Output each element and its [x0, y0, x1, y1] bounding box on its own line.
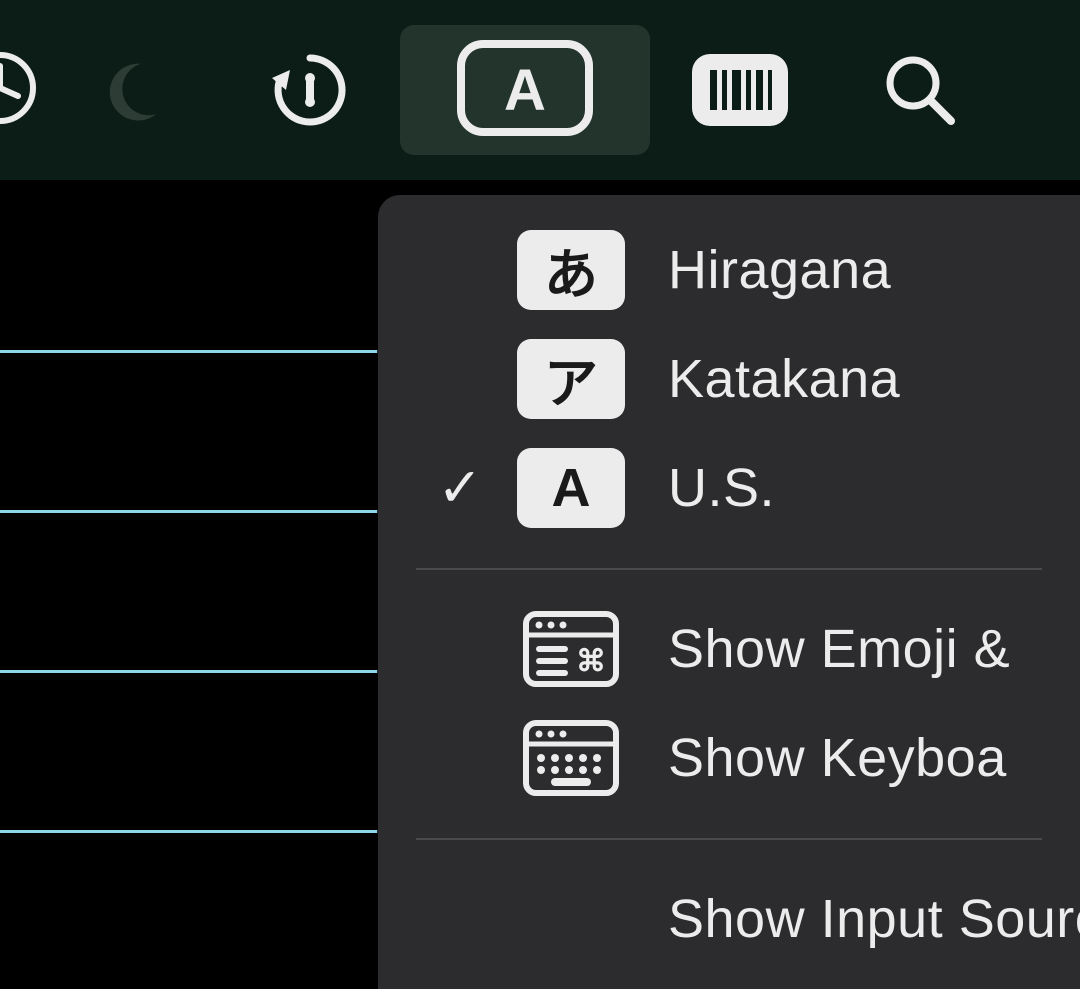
- menu-divider: [416, 838, 1042, 840]
- hiragana-icon: あ: [516, 230, 626, 310]
- menubar-backup[interactable]: [220, 25, 400, 155]
- clock-icon: [0, 48, 40, 133]
- menubar-spotlight[interactable]: [830, 25, 1010, 155]
- menu-item-label: Show Input Source: [668, 888, 1080, 950]
- character-viewer-icon: ⌘: [516, 611, 626, 687]
- input-source-icon: A: [455, 38, 595, 143]
- menu-item-us[interactable]: ✓ A U.S.: [378, 433, 1080, 542]
- svg-text:A: A: [504, 58, 546, 123]
- menu-item-label: Katakana: [668, 348, 900, 410]
- menu-item-hiragana[interactable]: あ Hiragana: [378, 215, 1080, 324]
- spotlight-icon: [881, 51, 959, 129]
- menu-item-label: Hiragana: [668, 239, 891, 301]
- katakana-icon: ア: [516, 339, 626, 419]
- barcode-icon: [690, 52, 790, 128]
- svg-text:⌘: ⌘: [576, 645, 606, 678]
- menu-item-show-input-source[interactable]: Show Input Source: [378, 864, 1080, 973]
- menu-item-show-emoji[interactable]: ⌘ Show Emoji &: [378, 594, 1080, 703]
- menubar-dnd[interactable]: [40, 25, 220, 155]
- input-source-menu: あ Hiragana ア Katakana ✓ A U.S.: [378, 195, 1080, 989]
- keyboard-viewer-icon: [516, 720, 626, 796]
- menu-item-katakana[interactable]: ア Katakana: [378, 324, 1080, 433]
- menu-item-label: U.S.: [668, 457, 775, 519]
- menubar: A: [0, 0, 1080, 180]
- time-machine-icon: [268, 48, 352, 132]
- menu-divider: [416, 568, 1042, 570]
- menu-item-label: Show Keyboa: [668, 727, 1007, 789]
- us-icon: A: [516, 448, 626, 528]
- menu-item-label: Show Emoji &: [668, 618, 1010, 680]
- menu-item-show-keyboard[interactable]: Show Keyboa: [378, 703, 1080, 812]
- menubar-clock[interactable]: [0, 25, 40, 155]
- checkmark-icon: ✓: [430, 456, 490, 519]
- menubar-input-source[interactable]: A: [400, 25, 650, 155]
- do-not-disturb-icon: [95, 55, 165, 125]
- menubar-barcode[interactable]: [650, 25, 830, 155]
